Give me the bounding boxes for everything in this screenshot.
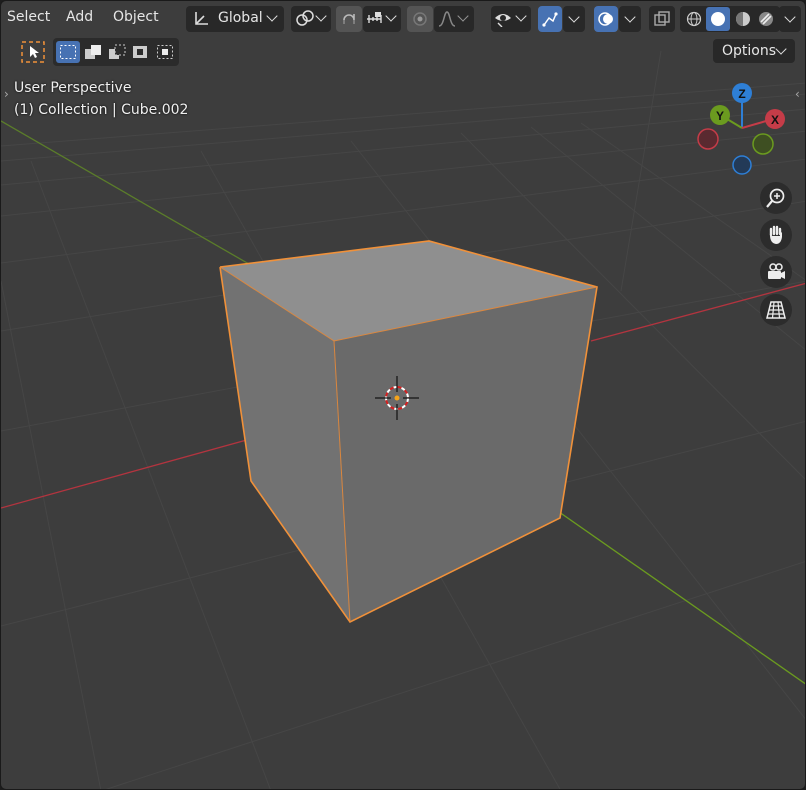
gizmo-dropdown[interactable] [563, 6, 585, 32]
select-box-icon [21, 41, 45, 63]
menu-object[interactable]: Object [113, 9, 159, 25]
options-dropdown[interactable]: Options [713, 39, 795, 63]
tool-select-box[interactable] [19, 39, 47, 65]
rendered-icon [759, 12, 774, 26]
selection-mode-group [53, 38, 179, 66]
solid-shading-button[interactable] [706, 7, 731, 31]
snap-toggle[interactable] [336, 6, 362, 32]
overlays-toggle[interactable] [594, 6, 618, 32]
snap-increment-icon [367, 12, 382, 23]
gizmo-z-label: Z [738, 87, 745, 101]
toolbar-expand-icon[interactable]: › [4, 87, 9, 101]
view-perspective-label: User Perspective [14, 80, 132, 96]
chevron-down-icon [457, 10, 469, 22]
cube-front-face [334, 287, 597, 622]
select-subtract-icon [109, 44, 126, 59]
gizmo-toggle[interactable] [538, 6, 562, 32]
material-preview-icon [735, 12, 750, 26]
chevron-down-icon [784, 11, 796, 23]
proportional-editing-icon [413, 12, 427, 26]
gizmo-neg-z[interactable] [732, 155, 752, 175]
chevron-down-icon [624, 11, 636, 23]
gizmo-neg-y[interactable] [752, 133, 774, 155]
menu-add[interactable]: Add [66, 9, 93, 25]
sidebar-expand-icon[interactable]: ‹ [795, 87, 800, 101]
overlay-icon [598, 12, 613, 26]
snap-target-dropdown[interactable] [363, 6, 401, 32]
chevron-down-icon [515, 10, 527, 22]
mode-intersect-button[interactable] [153, 41, 177, 63]
transform-orientation-icon [195, 12, 208, 25]
zoom-in-icon [766, 188, 785, 208]
select-extend-icon [85, 45, 101, 59]
grid-perspective-icon [766, 301, 786, 319]
camera-view-button[interactable] [760, 256, 792, 288]
viewport-info-text: User Perspective (1) Collection | Cube.0… [14, 77, 188, 121]
viewport-header: Select Add Object Global [1, 1, 805, 37]
camera-icon [768, 263, 785, 279]
eye-icon [495, 14, 511, 27]
select-set-icon [60, 45, 76, 59]
chevron-down-icon [385, 10, 397, 22]
overlays-dropdown[interactable] [619, 6, 641, 32]
xray-icon [654, 11, 670, 26]
visibility-dropdown[interactable] [491, 6, 531, 32]
rendered-shading-button[interactable] [755, 8, 777, 30]
proportional-falloff-dropdown[interactable] [434, 6, 474, 32]
collection-info-label: (1) Collection | Cube.002 [14, 102, 189, 118]
gizmo-x-label: X [771, 113, 779, 127]
menu-select[interactable]: Select [7, 9, 50, 25]
pan-button[interactable] [760, 219, 792, 251]
snap-magnet-icon [343, 14, 355, 24]
hand-icon [768, 225, 782, 244]
shading-dropdown[interactable] [779, 6, 801, 32]
wireframe-shading-button[interactable] [683, 8, 705, 30]
gizmo-y-label: Y [716, 109, 724, 123]
x-axis-line [1, 430, 280, 509]
chevron-down-icon [568, 11, 580, 23]
options-label: Options [722, 43, 777, 59]
y-axis-line-far [1, 120, 262, 272]
orientation-value: Global [218, 10, 263, 26]
falloff-curve-icon [438, 11, 456, 27]
chevron-down-icon [266, 10, 278, 22]
mode-difference-button[interactable] [129, 41, 153, 63]
material-preview-button[interactable] [732, 8, 754, 30]
shading-mode-group [680, 6, 780, 32]
gizmo-neg-x[interactable] [697, 128, 719, 150]
cube-object[interactable] [219, 240, 598, 624]
pivot-point-dropdown[interactable] [291, 6, 331, 32]
mode-subtract-button[interactable] [105, 41, 129, 63]
wireframe-icon [686, 11, 701, 27]
mode-extend-button[interactable] [81, 41, 105, 63]
3d-viewport[interactable]: Z Y X Select Add Object Global Options U… [0, 0, 806, 790]
solid-icon [711, 12, 726, 26]
chevron-down-icon [315, 10, 327, 22]
proportional-editing-toggle[interactable] [407, 6, 433, 32]
zoom-button[interactable] [760, 182, 792, 214]
select-difference-icon [133, 46, 147, 58]
chevron-down-icon [775, 43, 787, 55]
select-intersect-icon [157, 45, 173, 59]
transform-orientation-dropdown[interactable]: Global [186, 6, 284, 32]
gizmo-icon [542, 12, 558, 27]
mode-set-button[interactable] [56, 41, 80, 63]
xray-toggle[interactable] [649, 6, 675, 32]
ortho-toggle-button[interactable] [760, 294, 792, 326]
pivot-link-icon [296, 10, 314, 26]
